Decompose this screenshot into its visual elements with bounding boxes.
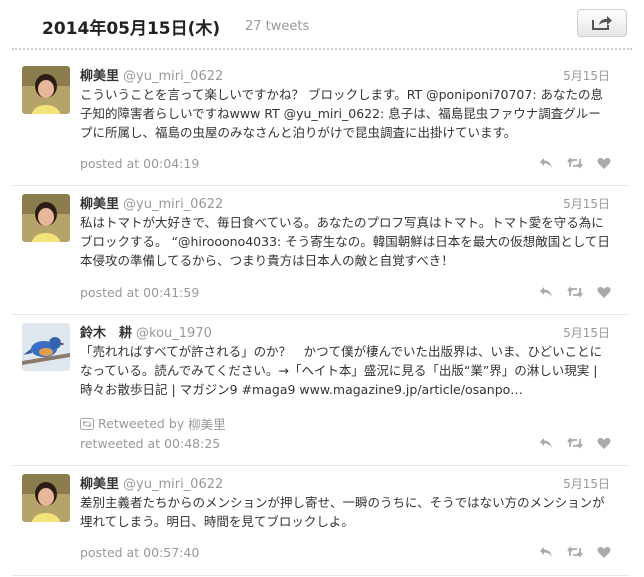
screen-name[interactable]: @yu_miri_0622 <box>123 477 223 492</box>
favorite-icon[interactable] <box>596 545 612 559</box>
retweeter-name[interactable]: 柳美里 <box>188 414 226 433</box>
display-name[interactable]: 柳美里 <box>80 69 119 84</box>
tweet-text: 「売れればすべてが許される」のか？ かつて僕が棲んでいた出版界は、いま、ひどいこ… <box>80 344 603 397</box>
tweet-text: こういうことを言って楽しいですかね？ ブロックします。RT @poniponi7… <box>80 87 604 140</box>
screen-name[interactable]: @yu_miri_0622 <box>123 69 223 84</box>
tweet-item: 柳美里 @yu_miri_0622 5月15日 私はトマトが大好きで、毎日食べてい… <box>12 186 630 315</box>
share-button[interactable] <box>577 9 627 37</box>
retweet-icon[interactable] <box>567 285 583 299</box>
tweet-item: 柳美里 @yu_miri_0622 5月15日 差別主義者たちからのメンションが押… <box>12 466 630 576</box>
share-icon <box>592 16 612 30</box>
tweet-text: 私はトマトが大好きで、毎日食べている。あなたのプロフ写真はトマト。トマト愛を守る… <box>80 215 610 268</box>
retweeted-time[interactable]: retweeted at 00:48:25 <box>80 436 220 451</box>
favorite-icon[interactable] <box>596 285 612 299</box>
tweet-actions <box>538 156 612 170</box>
reply-icon[interactable] <box>538 156 554 170</box>
reply-icon[interactable] <box>538 436 554 450</box>
favorite-icon[interactable] <box>596 156 612 170</box>
display-name[interactable]: 鈴木 耕 <box>80 326 132 341</box>
tweet-item: 柳美里 @yu_miri_0622 5月15日 こういうことを言って楽しいですかね… <box>12 58 630 186</box>
display-name[interactable]: 柳美里 <box>80 197 119 212</box>
tweet-actions <box>538 545 612 559</box>
posted-time[interactable]: posted at 00:41:59 <box>80 285 199 300</box>
retweet-icon[interactable] <box>567 156 583 170</box>
screen-name[interactable]: @kou_1970 <box>136 326 212 341</box>
tweet-date[interactable]: 5月15日 <box>563 67 610 84</box>
posted-time[interactable]: posted at 00:57:40 <box>80 545 199 560</box>
author-name[interactable]: 柳美里 @yu_miri_0622 <box>80 65 223 84</box>
favorite-icon[interactable] <box>596 436 612 450</box>
tweet-count: 27 tweets <box>245 19 310 34</box>
retweeted-by: Retweeted by 柳美里 <box>80 414 226 433</box>
author-name[interactable]: 柳美里 @yu_miri_0622 <box>80 473 223 492</box>
retweet-icon[interactable] <box>567 545 583 559</box>
avatar[interactable] <box>22 194 70 242</box>
tweet-item: 鈴木 耕 @kou_1970 5月15日 「売れればすべてが許される」のか？ かつ… <box>12 315 630 466</box>
retweeted-by-label: Retweeted by <box>98 416 185 431</box>
tweet-date[interactable]: 5月15日 <box>563 324 610 341</box>
avatar[interactable] <box>22 66 70 114</box>
tweet-actions <box>538 436 612 450</box>
author-name[interactable]: 柳美里 @yu_miri_0622 <box>80 193 223 212</box>
header-divider <box>12 48 632 50</box>
tweet-actions <box>538 285 612 299</box>
tweet-date[interactable]: 5月15日 <box>563 195 610 212</box>
retweet-icon[interactable] <box>567 436 583 450</box>
avatar[interactable] <box>22 323 70 371</box>
timeline-header: 2014年05月15日(木) 27 tweets <box>0 0 644 52</box>
header-date: 2014年05月15日(木) <box>42 19 221 39</box>
posted-time[interactable]: posted at 00:04:19 <box>80 156 199 171</box>
display-name[interactable]: 柳美里 <box>80 477 119 492</box>
reply-icon[interactable] <box>538 285 554 299</box>
author-name[interactable]: 鈴木 耕 @kou_1970 <box>80 322 212 341</box>
tweet-date[interactable]: 5月15日 <box>563 475 610 492</box>
reply-icon[interactable] <box>538 545 554 559</box>
retweet-badge-icon <box>80 417 94 430</box>
tweet-text: 差別主義者たちからのメンションが押し寄せ、一瞬のうちに、そうではない方のメンショ… <box>80 495 605 529</box>
avatar[interactable] <box>22 474 70 522</box>
screen-name[interactable]: @yu_miri_0622 <box>123 197 223 212</box>
